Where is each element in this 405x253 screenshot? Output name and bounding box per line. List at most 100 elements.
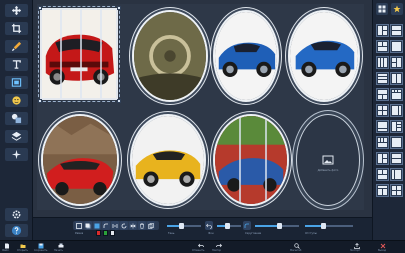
photo-slot-5[interactable] [41,114,119,206]
red-car-photo [42,10,116,98]
corner-radius-button[interactable] [243,221,251,230]
brush-icon [11,41,22,52]
move-tool-button[interactable] [5,4,28,17]
layout-option[interactable] [376,168,389,181]
spacing-button[interactable] [111,221,119,230]
menu-open[interactable] [18,242,28,249]
text-tool-button[interactable] [5,58,28,71]
background-slider[interactable] [217,223,241,229]
redo-icon [216,243,222,247]
sticker-icon [12,96,21,105]
color-swatch-green[interactable] [103,230,108,236]
menu-zoom[interactable] [292,242,302,249]
layout-option[interactable] [390,72,403,85]
main-menu-bar: Файл Открыть Сохранить Печать Отменить П… [0,240,405,253]
favorites-button[interactable] [391,3,403,15]
shape-icon [11,113,22,124]
photo-slot-empty[interactable]: Добавить фото [296,114,360,206]
help-button[interactable] [5,224,28,237]
layout-option[interactable] [390,56,403,69]
menu-open-label: Открыть [17,249,28,252]
exit-icon [380,243,386,248]
rounding-slider[interactable] [255,223,299,229]
layout-option[interactable] [390,136,403,149]
grid-button[interactable] [376,3,388,15]
menu-save[interactable] [36,242,46,249]
slice-divider [80,10,82,98]
layout-option[interactable] [390,88,403,101]
photo-slot-2[interactable] [132,10,208,102]
resize-handle[interactable] [117,99,121,103]
photo-slot-6[interactable] [130,114,206,206]
corner-button[interactable] [102,221,110,230]
frame-tool-button[interactable] [5,76,28,89]
delete-button[interactable] [138,221,146,230]
layout-option[interactable] [376,72,389,85]
layout-option[interactable] [376,120,389,133]
photo-slot-1[interactable] [38,6,120,102]
menu-file[interactable] [2,242,12,249]
shape-tool-button[interactable] [5,112,28,125]
settings-button[interactable] [5,208,28,221]
resize-handle[interactable] [38,6,42,10]
photo-slot-4[interactable] [288,10,360,102]
layout-option[interactable] [390,24,403,37]
trash-icon [140,223,144,229]
menu-print[interactable] [56,242,66,249]
layout-option[interactable] [390,104,403,117]
blue-car-photo [290,12,358,100]
layout-option[interactable] [376,184,389,197]
menu-save-label: Сохранить [34,249,48,252]
layout-option[interactable] [376,56,389,69]
flip-icon [130,223,136,228]
menu-exit[interactable] [378,242,388,249]
blue-car-photo [215,12,277,100]
effects-tool-button[interactable] [5,148,28,161]
photo-slot-7[interactable] [213,114,289,206]
shadow-button[interactable] [84,221,92,230]
collage-canvas: Добавить фото [33,0,372,217]
layout-option[interactable] [390,184,403,197]
slice-divider [100,10,102,98]
layout-option[interactable] [390,152,403,165]
menu-redo[interactable] [214,242,224,249]
layout-option[interactable] [376,136,389,149]
rotate-button[interactable] [120,221,128,230]
menu-undo[interactable] [196,242,206,249]
layout-option[interactable] [390,120,403,133]
corner-icon [103,223,108,228]
spacing-slider[interactable] [305,223,353,229]
image-placeholder-icon [322,155,334,165]
shadow-slider[interactable] [167,223,201,229]
resize-handle[interactable] [38,99,42,103]
file-icon [5,243,9,248]
menu-exit-label: Выход [378,249,387,252]
brush-tool-button[interactable] [5,40,28,53]
red-car-rocks-photo [43,116,117,204]
layout-option[interactable] [376,88,389,101]
color-swatch-white[interactable] [110,230,115,236]
border-button[interactable] [75,221,83,230]
crop-tool-button[interactable] [5,22,28,35]
menu-export[interactable] [352,242,362,249]
frame-icon [11,78,22,87]
layout-option[interactable] [390,168,403,181]
menu-zoom-label: Масштаб [290,249,302,252]
photo-slot-3[interactable] [213,10,279,102]
crop-icon [11,23,22,34]
layout-option[interactable] [376,152,389,165]
flip-button[interactable] [129,221,137,230]
layers-tool-button[interactable] [5,130,28,143]
resize-handle[interactable] [117,6,121,10]
layout-option[interactable] [376,24,389,37]
color-swatch-red[interactable] [96,230,101,236]
sticker-tool-button[interactable] [5,94,28,107]
effects-icon [11,149,22,160]
layout-option[interactable] [390,40,403,53]
background-button[interactable] [93,221,101,230]
undo-button[interactable] [205,221,213,230]
duplicate-button[interactable] [147,221,155,230]
yellow-car-photo [132,116,204,204]
layout-option[interactable] [376,104,389,117]
layout-option[interactable] [376,40,389,53]
